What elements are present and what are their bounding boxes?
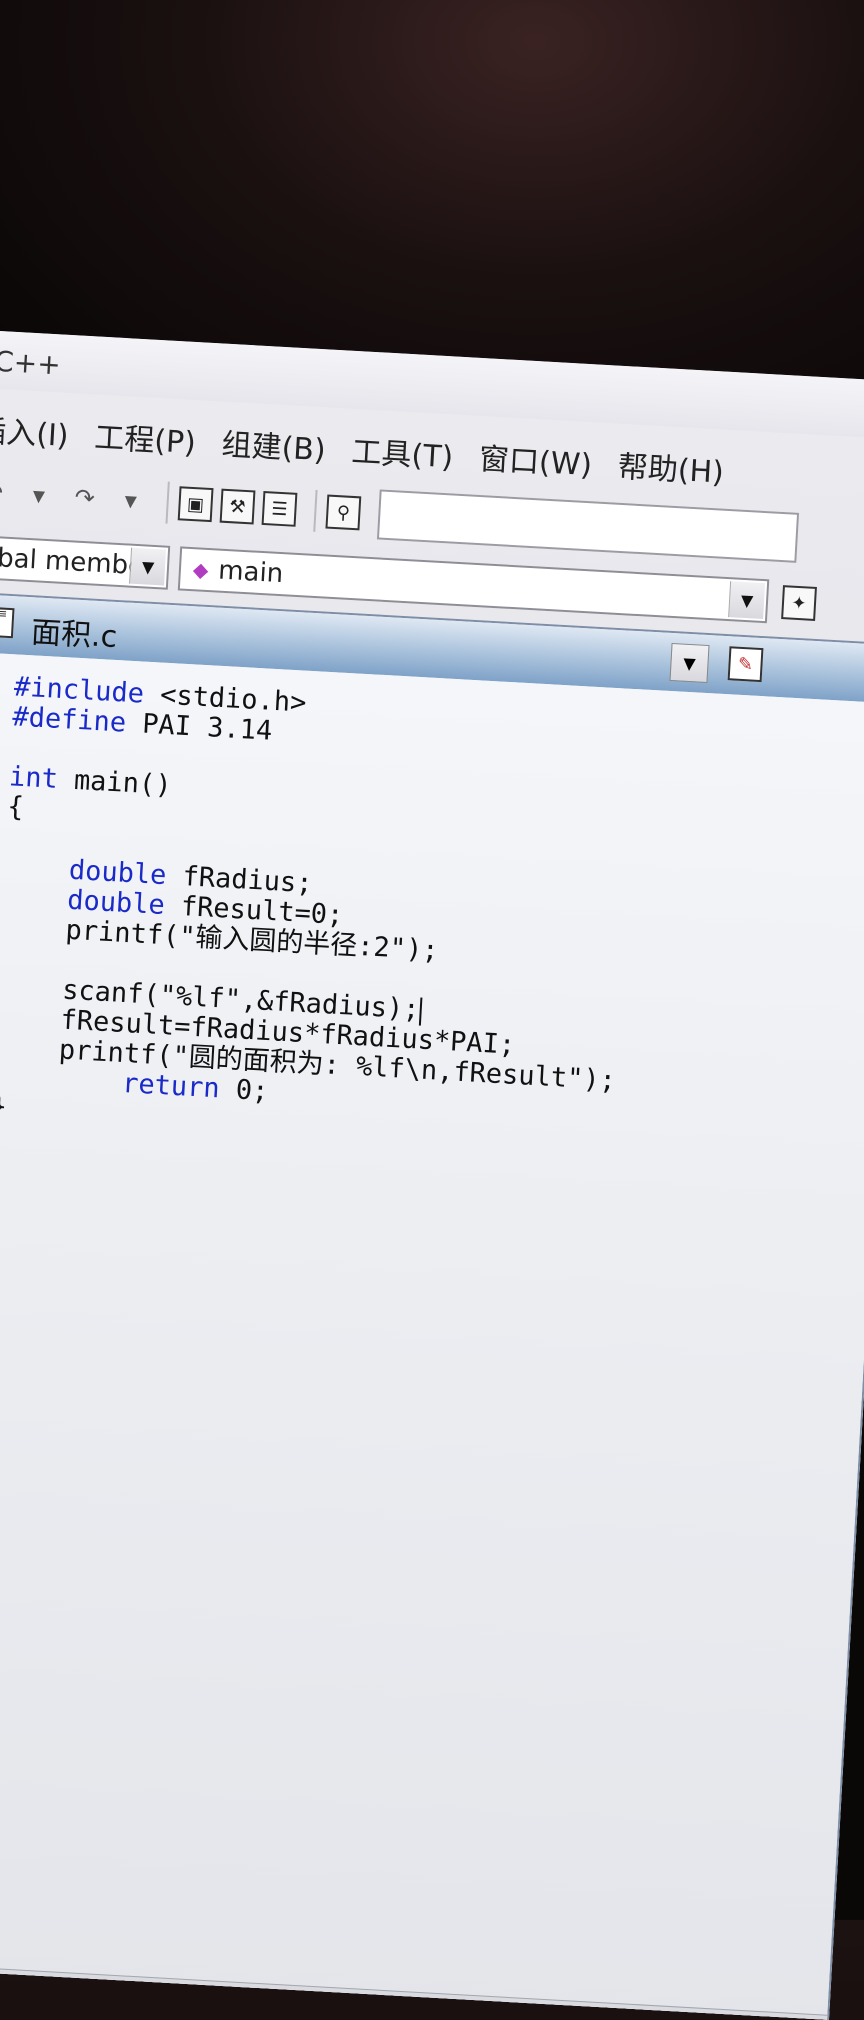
ide-screen: C++ 插入(I) 工程(P) 组建(B) 工具(T) 窗口(W) 帮助(H) …: [0, 330, 864, 2020]
document-window: ≡ 面积.c ▼ ✎ #include <stdio.h> #define PA…: [0, 591, 864, 2020]
toolbar-separator: [165, 481, 170, 524]
output-icon[interactable]: ⚒: [219, 488, 256, 525]
document-icon: ≡: [0, 606, 15, 639]
text-cursor: [418, 996, 423, 1026]
window-list-icon[interactable]: ☰: [261, 490, 298, 527]
class-wizard-icon[interactable]: ✦: [781, 585, 817, 621]
menu-project[interactable]: 工程(P): [93, 412, 197, 462]
code-editor[interactable]: #include <stdio.h> #define PAI 3.14 int …: [0, 652, 864, 2020]
menu-build[interactable]: 组建(B): [221, 420, 327, 470]
menu-window[interactable]: 窗口(W): [478, 434, 593, 484]
find-combo-box[interactable]: [376, 489, 800, 563]
undo-icon[interactable]: ↶: [0, 472, 14, 514]
dropdown-arrow-icon[interactable]: ▾: [18, 474, 60, 516]
workspace-icon[interactable]: ▣: [177, 486, 214, 523]
wizard-action-icon[interactable]: ✎: [727, 646, 764, 683]
menu-insert[interactable]: 插入(I): [0, 406, 70, 455]
app-title: C++: [0, 344, 62, 382]
find-in-files-icon[interactable]: ⚲: [325, 494, 362, 531]
document-title: 面积.c: [30, 615, 119, 655]
chevron-down-icon[interactable]: ▼: [129, 547, 167, 586]
function-value: main: [217, 555, 285, 590]
dropdown-arrow-icon[interactable]: ▾: [110, 479, 152, 521]
menu-tools[interactable]: 工具(T): [350, 427, 455, 477]
menu-help[interactable]: 帮助(H): [617, 442, 725, 492]
member-filter-combo[interactable]: obal member ▼: [0, 534, 171, 590]
function-diamond-icon: ◆: [192, 557, 210, 582]
toolbar-separator: [313, 489, 318, 532]
chevron-down-icon[interactable]: ▼: [669, 642, 710, 684]
chevron-down-icon[interactable]: ▼: [728, 581, 766, 620]
redo-icon[interactable]: ↷: [64, 477, 106, 519]
